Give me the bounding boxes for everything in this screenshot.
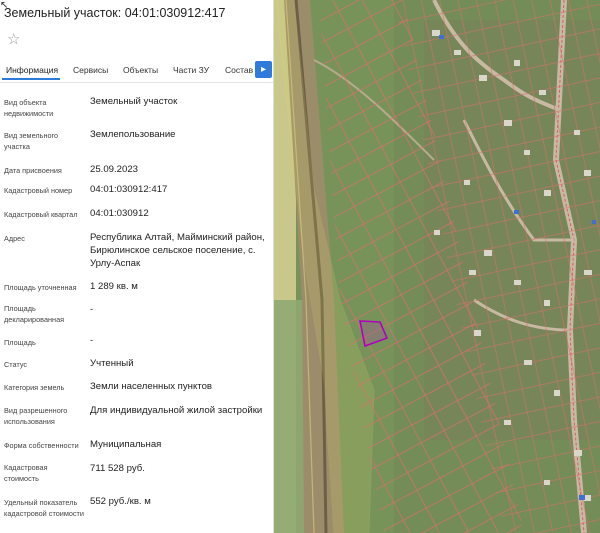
field-label: Площадь уточненная: [4, 283, 77, 292]
field-value: Земельный участок: [90, 96, 178, 107]
field-label: Адрес: [4, 234, 25, 243]
chevron-right-icon[interactable]: ▸: [255, 61, 272, 78]
field-label: Вид земельного участка: [4, 131, 59, 151]
field-value: Муниципальная: [90, 439, 162, 450]
field-value: Для индивидуальной жилой застройки: [90, 405, 263, 416]
field-value: 1 289 кв. м: [90, 281, 138, 292]
field-label: Площадь: [4, 338, 36, 347]
info-panel: ↖ Земельный участок: 04:01:030912:417 ☆ …: [0, 0, 274, 533]
field-label: Площадь декларированная: [4, 304, 65, 324]
field-label: Удельный показатель кадастровой стоимост…: [4, 498, 84, 518]
field-value: Землепользование: [90, 129, 176, 140]
field-value: -: [90, 335, 94, 346]
field-value: 711 528 руб.: [90, 463, 145, 474]
field-label: Вид разрешенного использования: [4, 406, 68, 426]
satellite-map[interactable]: [274, 0, 600, 533]
tab-services[interactable]: Сервисы: [73, 65, 108, 75]
field-value: Республика Алтай, Майминский район, Бирю…: [90, 232, 265, 269]
tab-composition[interactable]: Состав: [225, 65, 253, 75]
tab-bar: Информация Сервисы Объекты Части ЗУ Сост…: [0, 60, 273, 83]
field-value: Учтенный: [90, 358, 134, 369]
field-value: 25.09.2023: [90, 164, 139, 175]
field-value[interactable]: 04:01:030912: [90, 207, 270, 220]
field-value[interactable]: 04:01:030912:417: [90, 183, 270, 196]
tab-parts[interactable]: Части ЗУ: [173, 65, 209, 75]
tab-objects[interactable]: Объекты: [123, 65, 158, 75]
field-label: Форма собственности: [4, 441, 79, 450]
tab-information[interactable]: Информация: [6, 65, 58, 75]
field-label: Категория земель: [4, 383, 65, 392]
map-canvas[interactable]: [274, 0, 600, 533]
panel-title: Земельный участок: 04:01:030912:417: [4, 6, 226, 20]
field-value: -: [90, 304, 94, 315]
field-value: Земли населенных пунктов: [90, 381, 212, 392]
field-label: Кадастровый квартал: [4, 210, 78, 219]
field-value: 552 руб./кв. м: [90, 496, 151, 507]
field-label: Кадастровый номер: [4, 186, 73, 195]
favorite-star-icon[interactable]: ☆: [7, 30, 20, 48]
field-label: Вид объекта недвижимости: [4, 98, 54, 118]
active-tab-indicator: [2, 78, 60, 80]
field-label: Кадастровая стоимость: [4, 463, 48, 483]
field-label: Дата присвоения: [4, 166, 62, 175]
field-label: Статус: [4, 360, 28, 369]
